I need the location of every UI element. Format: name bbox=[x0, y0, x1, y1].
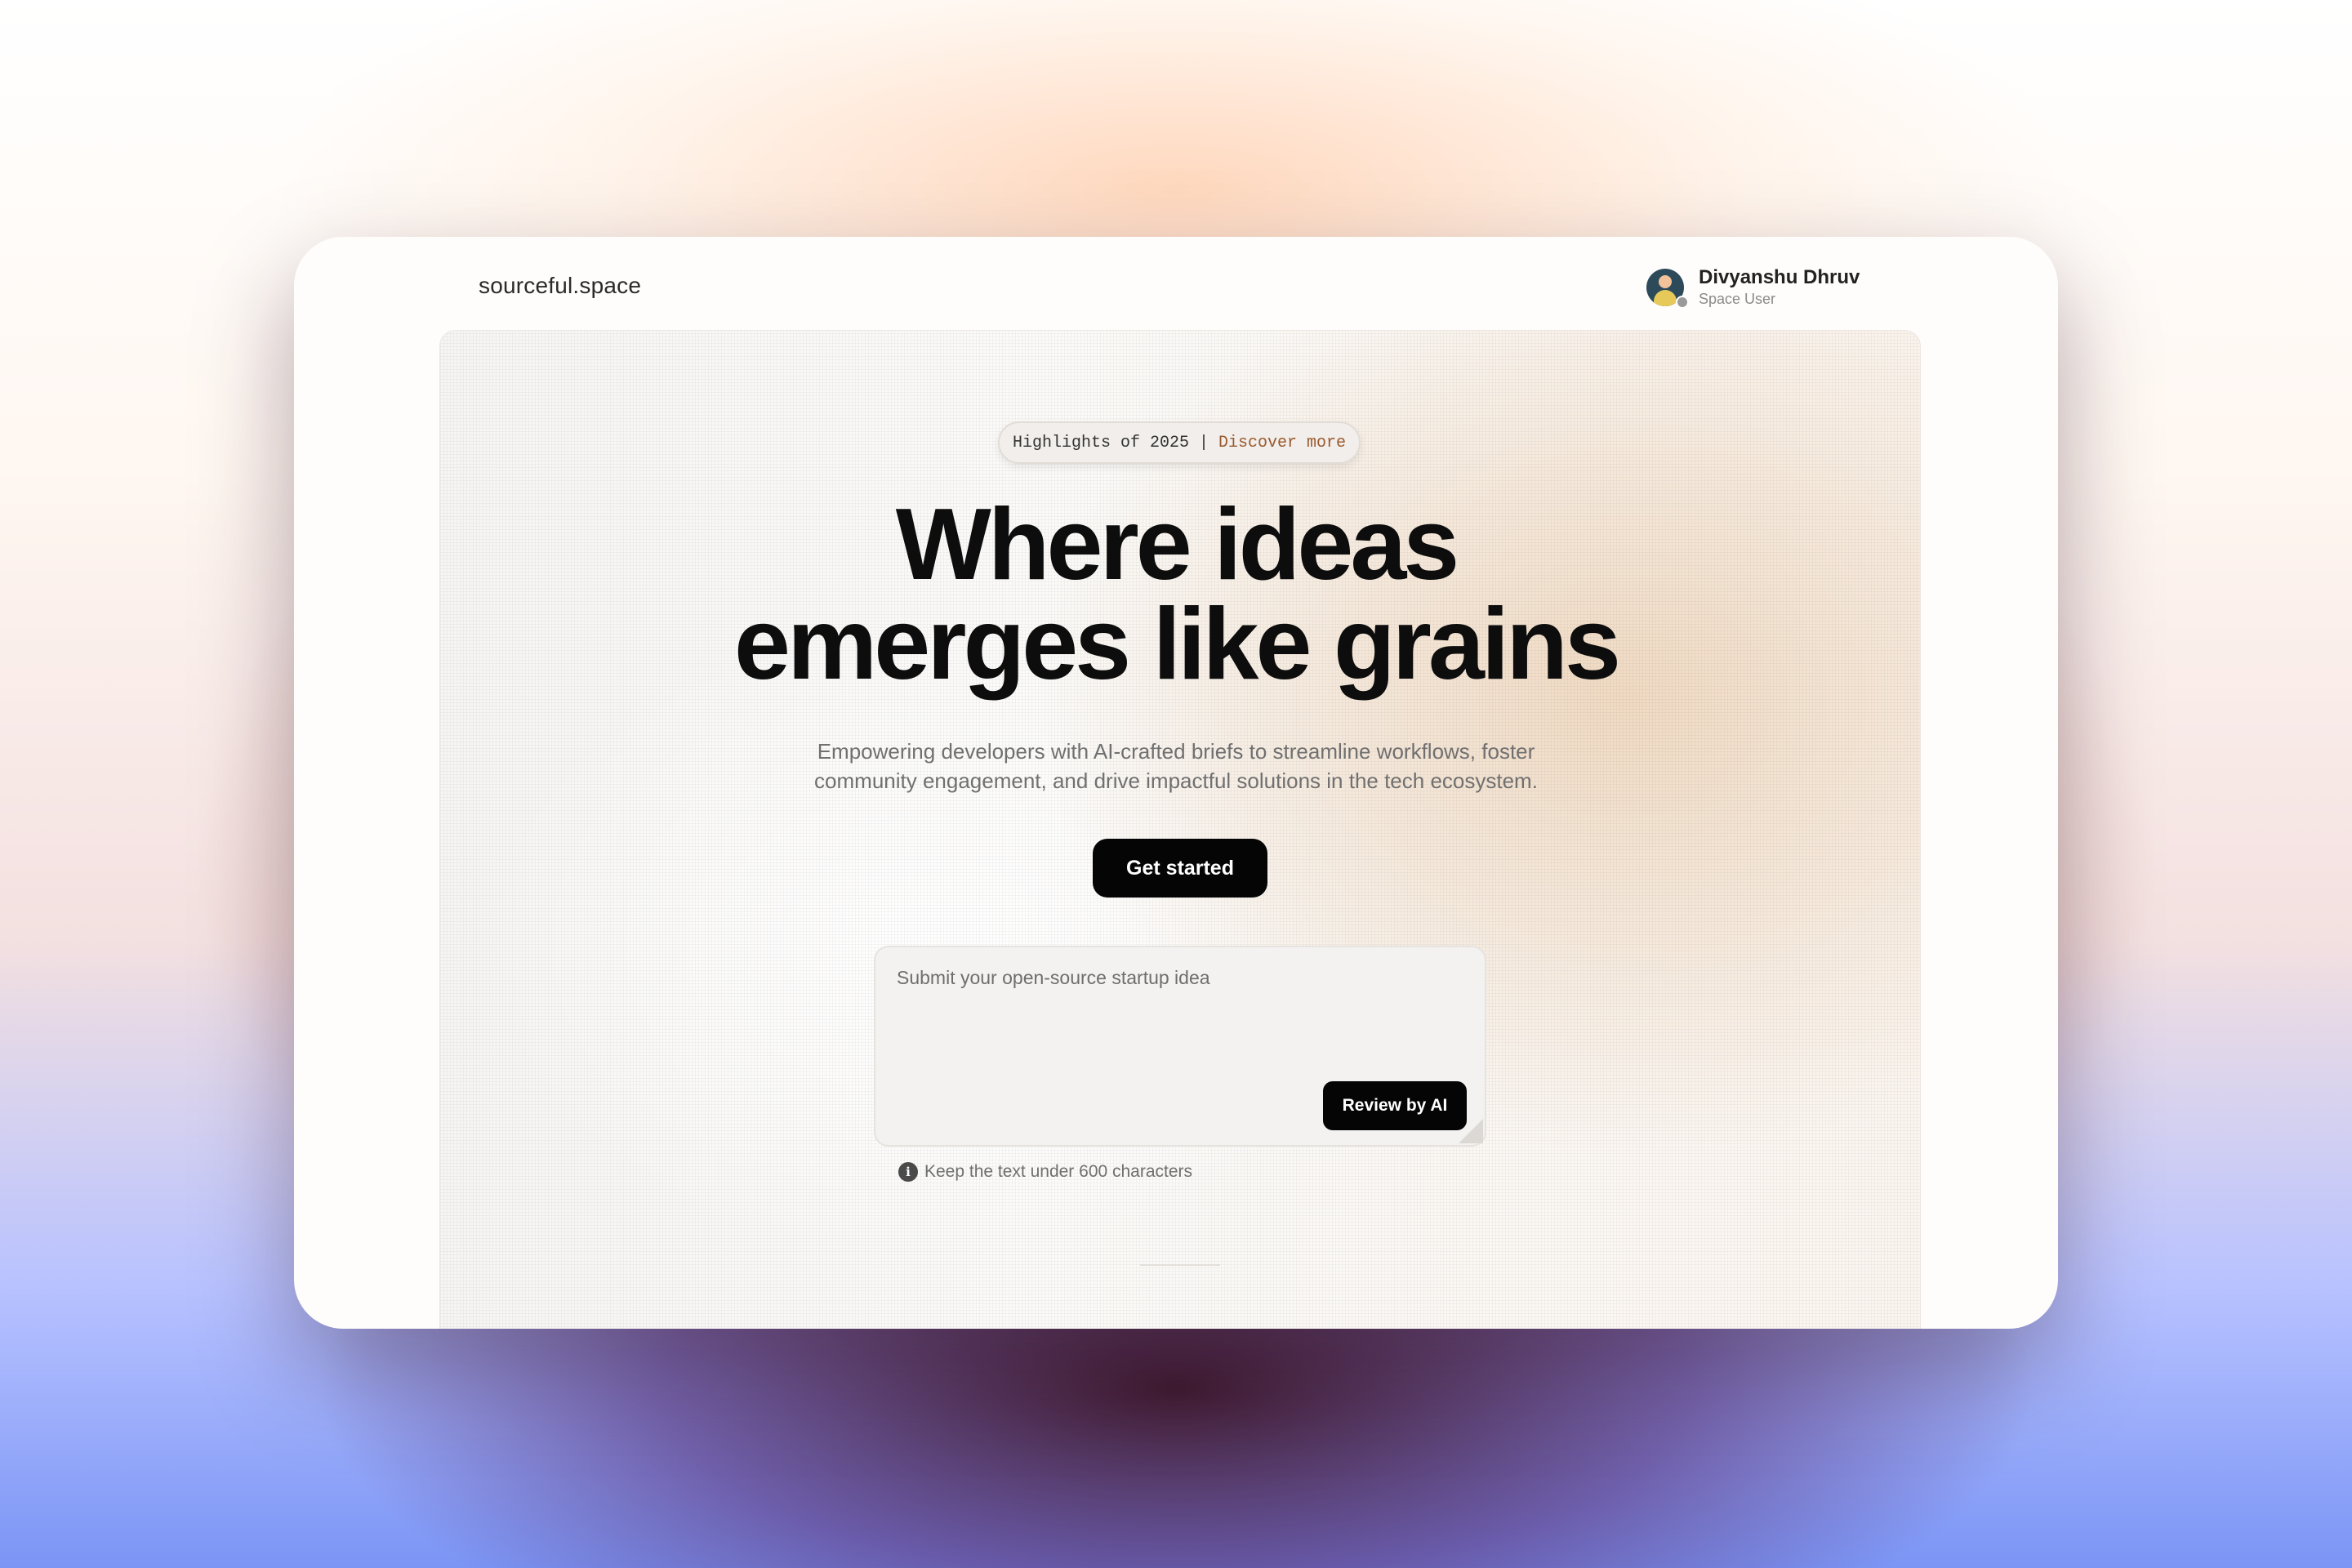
idea-submission-box: Review by AI bbox=[874, 946, 1486, 1147]
headline-line-2: emerges like grains bbox=[734, 588, 1621, 701]
hero-headline: Where ideas emerges like grains bbox=[686, 488, 1666, 701]
character-limit-hint: i Keep the text under 600 characters bbox=[898, 1160, 1192, 1184]
discover-more-link[interactable]: Discover more bbox=[1218, 434, 1346, 452]
subtitle-line-1: Empowering developers with AI-crafted br… bbox=[817, 739, 1535, 764]
presence-status-dot bbox=[1676, 296, 1689, 309]
brand-logo[interactable]: sourceful.space bbox=[479, 273, 641, 299]
user-role: Space User bbox=[1699, 291, 1776, 307]
idea-textarea[interactable] bbox=[895, 965, 1462, 1083]
pill-separator: | bbox=[1199, 433, 1209, 452]
user-info: Divyanshu Dhruv Space User bbox=[1699, 266, 1860, 309]
subtitle-line-2: community engagement, and drive impactfu… bbox=[814, 768, 1538, 793]
get-started-button[interactable]: Get started bbox=[1093, 839, 1267, 898]
headline-line-1: Where ideas bbox=[895, 488, 1460, 601]
highlights-label: Highlights of 2025 bbox=[1012, 433, 1189, 452]
highlights-pill[interactable]: Highlights of 2025 | Discover more bbox=[998, 421, 1361, 464]
section-divider bbox=[1140, 1264, 1220, 1266]
avatar-head-shape bbox=[1659, 275, 1672, 288]
user-name: Divyanshu Dhruv bbox=[1699, 266, 1860, 288]
top-navigation: sourceful.space Divyanshu Dhruv Space Us… bbox=[294, 237, 2058, 333]
review-by-ai-button[interactable]: Review by AI bbox=[1323, 1081, 1467, 1130]
info-icon: i bbox=[898, 1162, 918, 1182]
hint-text: Keep the text under 600 characters bbox=[924, 1162, 1193, 1181]
avatar-body-shape bbox=[1654, 290, 1677, 306]
resize-handle-icon[interactable] bbox=[1459, 1119, 1483, 1143]
hero-subtitle: Empowering developers with AI-crafted br… bbox=[768, 737, 1584, 795]
